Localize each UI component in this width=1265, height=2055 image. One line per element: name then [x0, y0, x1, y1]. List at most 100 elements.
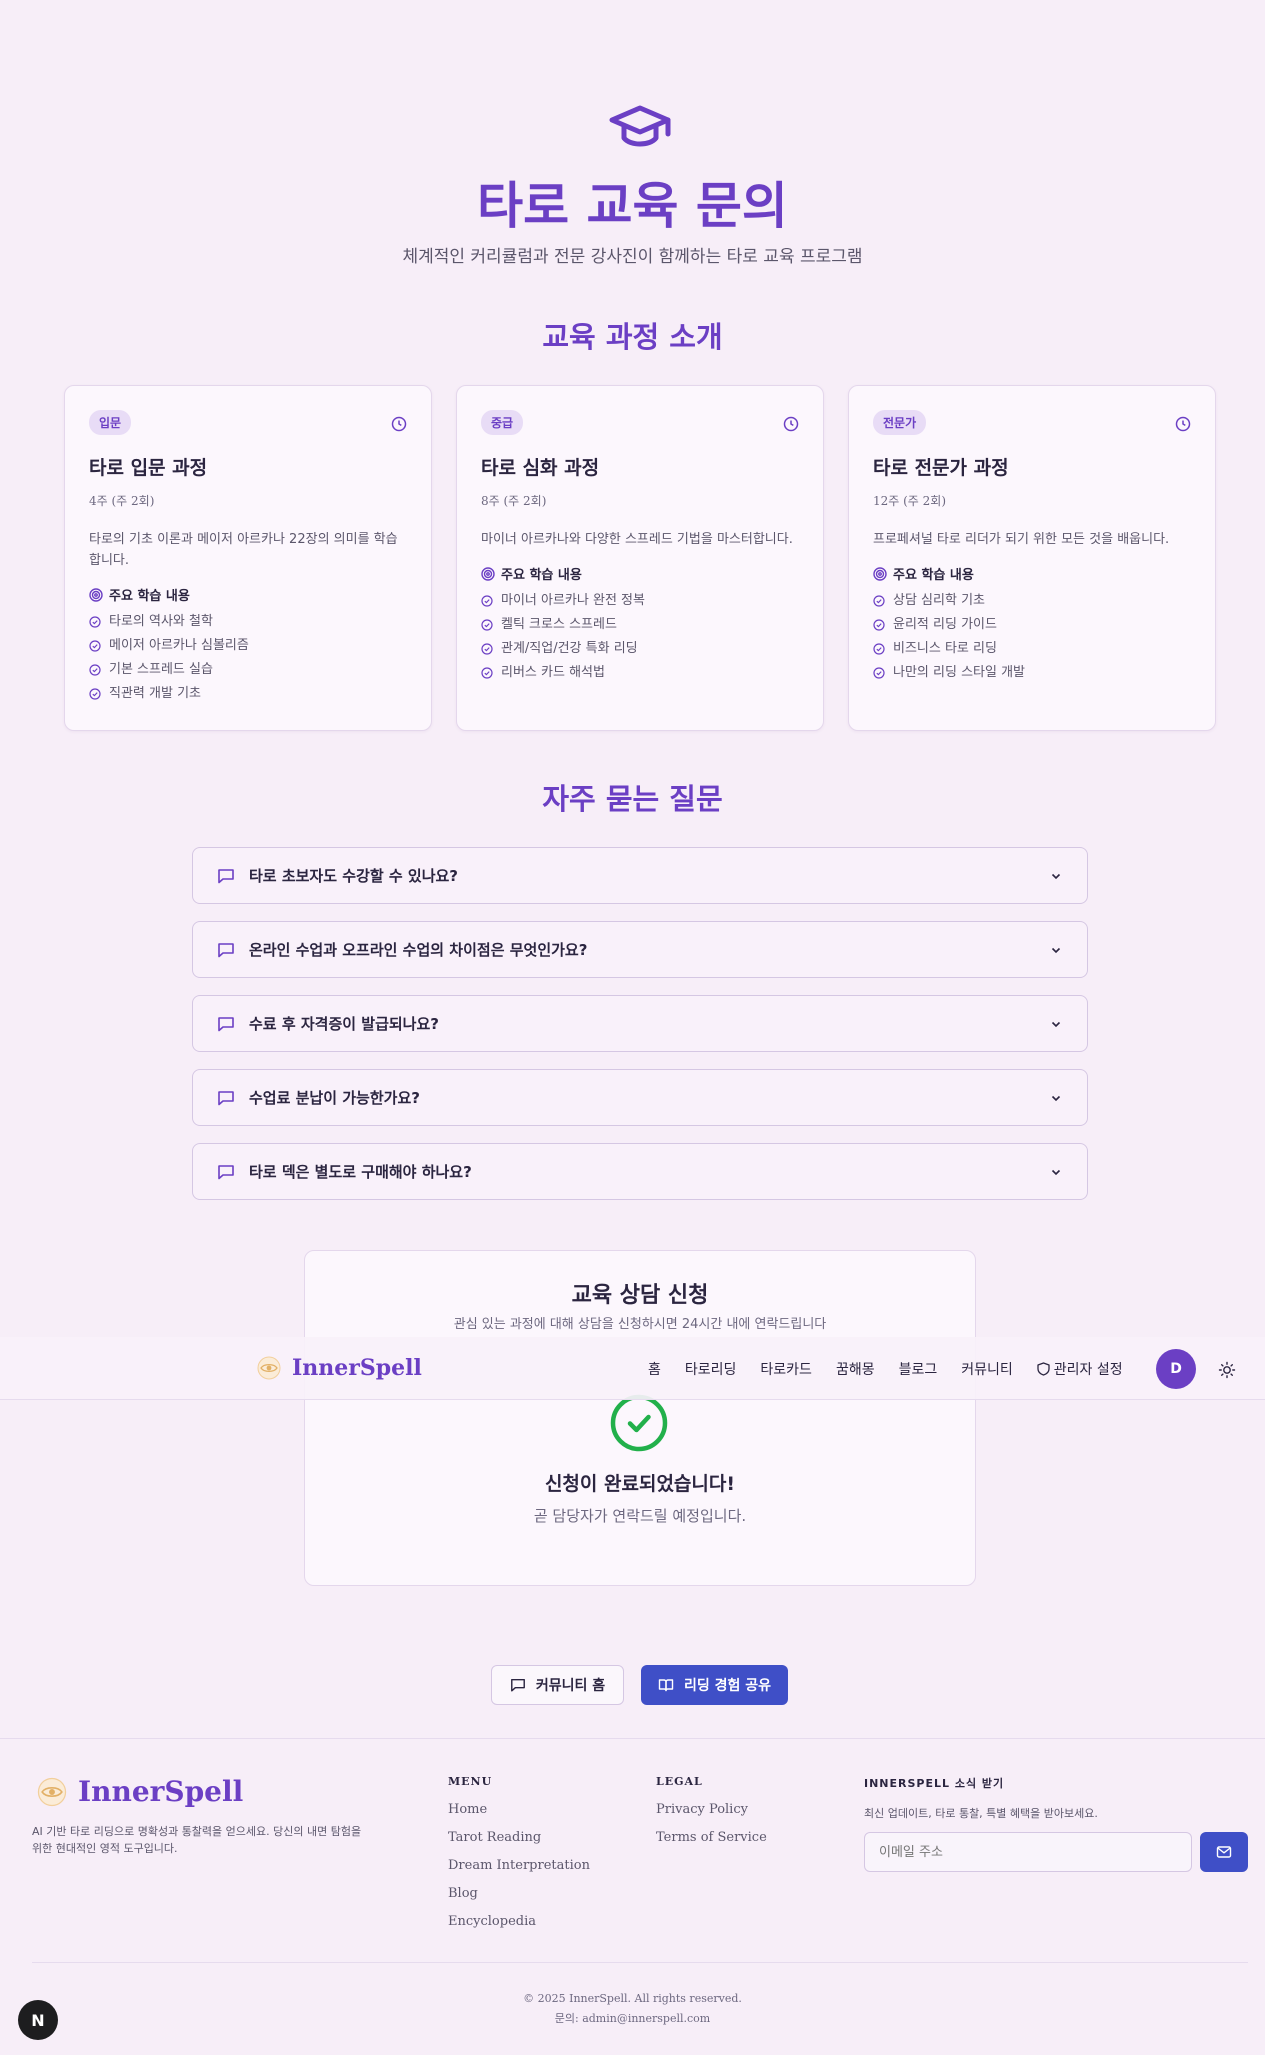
course-description: 타로의 기초 이론과 메이저 아르카나 22장의 의미를 학습합니다.	[89, 532, 398, 568]
topic-item: 켈틱 크로스 스프레드	[481, 613, 799, 637]
clock-icon	[783, 416, 799, 432]
consult-card: 교육 상담 신청 관심 있는 과정에 대해 상담을 신청하시면 24시간 내에 …	[304, 1250, 976, 1586]
faq-item[interactable]: 온라인 수업과 오프라인 수업의 차이점은 무엇인가요?	[192, 921, 1088, 978]
shield-icon	[1037, 1362, 1050, 1376]
clock-icon	[1175, 416, 1191, 432]
footer-logo[interactable]: InnerSpell	[36, 1775, 243, 1808]
top-navbar: InnerSpell 홈 타로리딩 타로카드 꿈해몽 블로그 커뮤니티 관리자 …	[0, 1337, 1265, 1400]
faq-item[interactable]: 타로 초보자도 수강할 수 있나요?	[192, 847, 1088, 904]
topic-item: 윤리적 리딩 가이드	[873, 613, 1191, 637]
footer: InnerSpell AI 기반 타로 리딩으로 명확성과 통찰력을 얻으세요.…	[0, 1738, 1265, 2055]
faq-question: 타로 덱은 별도로 구매해야 하나요?	[249, 1163, 472, 1181]
footer-link-tarot-reading[interactable]: Tarot Reading	[448, 1830, 590, 1845]
footer-link-encyclopedia[interactable]: Encyclopedia	[448, 1914, 590, 1929]
nav-logo[interactable]: InnerSpell	[256, 1355, 422, 1381]
success-title: 신청이 완료되었습니다!	[544, 1473, 736, 1495]
check-circle-icon	[89, 616, 101, 628]
page-title: 타로 교육 문의	[477, 177, 788, 235]
success-message: 곧 담당자가 연락드릴 예정입니다.	[533, 1507, 747, 1525]
check-circle-icon	[481, 595, 493, 607]
topic-item: 리버스 카드 해석법	[481, 661, 799, 685]
check-circle-icon	[873, 619, 885, 631]
eye-logo-icon	[257, 1356, 281, 1380]
faq-item[interactable]: 수료 후 자격증이 발급되나요?	[192, 995, 1088, 1052]
faq-question: 타로 초보자도 수강할 수 있나요?	[249, 867, 458, 885]
footer-brand: InnerSpell	[78, 1775, 244, 1808]
level-badge: 입문	[89, 410, 132, 435]
course-title: 타로 입문 과정	[89, 457, 208, 479]
check-circle-icon	[873, 595, 885, 607]
chevron-down-icon	[1051, 947, 1061, 953]
message-square-icon	[218, 1164, 234, 1179]
nav-links: 홈 타로리딩 타로카드 꿈해몽 블로그 커뮤니티 관리자 설정	[648, 1359, 1147, 1379]
nav-link-tarot-reading[interactable]: 타로리딩	[685, 1359, 737, 1379]
check-circle-icon	[89, 664, 101, 676]
chevron-down-icon	[1051, 1169, 1061, 1175]
subscribe-button[interactable]	[1200, 1832, 1248, 1872]
footer-copyright-block: © 2025 InnerSpell. All rights reserved. …	[0, 1989, 1265, 2029]
consult-subtitle: 관심 있는 과정에 대해 상담을 신청하시면 24시간 내에 연락드립니다	[453, 1317, 827, 1332]
nav-link-blog[interactable]: 블로그	[899, 1359, 938, 1379]
footer-link-terms[interactable]: Terms of Service	[656, 1830, 767, 1845]
course-duration: 12주 (주 2회)	[873, 494, 947, 508]
message-square-icon	[218, 868, 234, 883]
clock-icon	[391, 416, 407, 432]
topic-item: 마이너 아르카나 완전 정복	[481, 589, 799, 613]
check-circle-icon	[873, 643, 885, 655]
sun-icon[interactable]	[1218, 1361, 1236, 1379]
target-icon	[89, 587, 103, 602]
course-duration: 8주 (주 2회)	[481, 494, 547, 508]
page-subtitle: 체계적인 커리큘럼과 전문 강사진이 함께하는 타로 교육 프로그램	[402, 247, 863, 267]
course-title: 타로 전문가 과정	[873, 457, 1009, 479]
course-description: 프로페셔널 타로 리더가 되기 위한 모든 것을 배웁니다.	[873, 532, 1170, 547]
topic-item: 타로의 역사와 철학	[89, 610, 407, 634]
email-input[interactable]	[864, 1832, 1192, 1872]
mail-icon	[1216, 1846, 1232, 1858]
level-badge: 중급	[481, 410, 524, 435]
check-circle-icon	[481, 667, 493, 679]
user-avatar[interactable]: D	[1156, 1349, 1196, 1389]
book-open-icon	[658, 1679, 674, 1692]
target-icon	[873, 566, 887, 581]
nav-link-admin[interactable]: 관리자 설정	[1037, 1359, 1123, 1379]
topic-item: 관계/직업/건강 특화 리딩	[481, 637, 799, 661]
learn-heading: 주요 학습 내용	[481, 564, 799, 583]
footer-link-home[interactable]: Home	[448, 1802, 590, 1817]
dev-tools-badge[interactable]: N	[18, 2000, 58, 2040]
faq-item[interactable]: 타로 덱은 별도로 구매해야 하나요?	[192, 1143, 1088, 1200]
nav-link-home[interactable]: 홈	[648, 1359, 661, 1379]
newsletter-heading: INNERSPELL 소식 받기	[864, 1777, 1005, 1790]
learn-heading: 주요 학습 내용	[873, 564, 1191, 583]
graduation-cap-icon	[609, 105, 671, 147]
footer-legal-heading: LEGAL	[656, 1775, 703, 1788]
footer-description: AI 기반 타로 리딩으로 명확성과 통찰력을 얻으세요. 당신의 내면 탐험을…	[32, 1825, 362, 1855]
chevron-down-icon	[1051, 873, 1061, 879]
courses-section-title: 교육 과정 소개	[542, 320, 723, 354]
footer-link-dream[interactable]: Dream Interpretation	[448, 1858, 590, 1873]
consult-title: 교육 상담 신청	[571, 1283, 709, 1308]
nav-link-community[interactable]: 커뮤니티	[961, 1359, 1013, 1379]
message-square-icon	[218, 942, 234, 957]
chevron-down-icon	[1051, 1095, 1061, 1101]
nav-link-dream[interactable]: 꿈해몽	[836, 1359, 875, 1379]
check-circle-icon	[89, 688, 101, 700]
message-square-icon	[510, 1678, 525, 1692]
course-card-intermediate: 중급 타로 심화 과정 8주 (주 2회) 마이너 아르카나와 다양한 스프레드…	[456, 385, 824, 731]
course-description: 마이너 아르카나와 다양한 스프레드 기법을 마스터합니다.	[481, 532, 793, 547]
topic-item: 기본 스프레드 실습	[89, 658, 407, 682]
faq-item[interactable]: 수업료 분납이 가능한가요?	[192, 1069, 1088, 1126]
topic-item: 직관력 개발 기초	[89, 682, 407, 706]
check-circle-icon	[873, 667, 885, 679]
topic-item: 메이저 아르카나 심볼리즘	[89, 634, 407, 658]
topic-item: 비즈니스 타로 리딩	[873, 637, 1191, 661]
newsletter-subtitle: 최신 업데이트, 타로 통찰, 특별 혜택을 받아보세요.	[864, 1807, 1098, 1820]
nav-link-tarot-cards[interactable]: 타로카드	[760, 1359, 812, 1379]
footer-link-blog[interactable]: Blog	[448, 1886, 590, 1901]
learn-heading: 주요 학습 내용	[89, 585, 407, 604]
level-badge: 전문가	[873, 410, 927, 435]
community-home-button[interactable]: 커뮤니티 홈	[491, 1665, 624, 1705]
share-reading-button[interactable]: 리딩 경험 공유	[641, 1665, 788, 1705]
footer-divider	[32, 1962, 1248, 1963]
footer-newsletter: INNERSPELL 소식 받기 최신 업데이트, 타로 통찰, 특별 혜택을 …	[864, 1775, 1098, 1821]
footer-link-privacy[interactable]: Privacy Policy	[656, 1802, 767, 1817]
